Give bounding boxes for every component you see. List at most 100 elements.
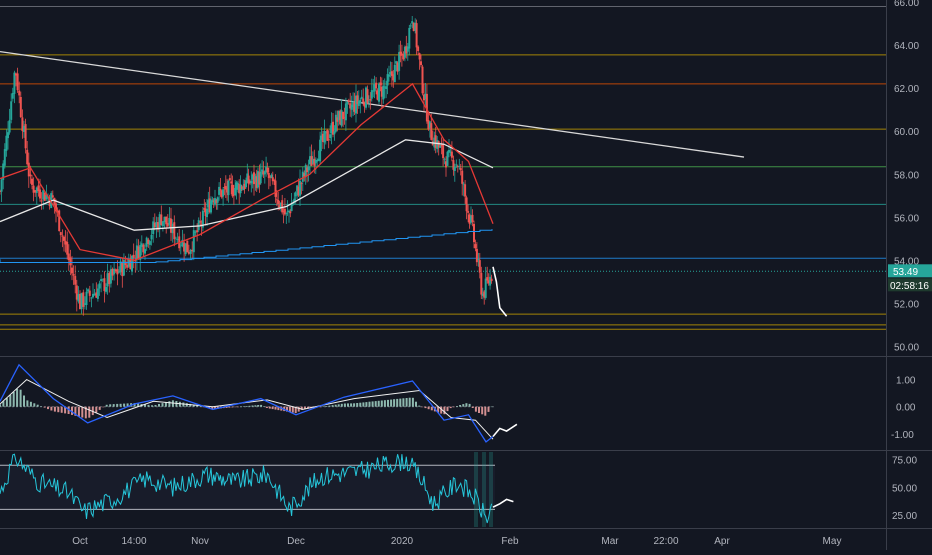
histogram-bar (452, 406, 455, 408)
histogram-bar (263, 406, 265, 407)
histogram-bar (12, 391, 15, 407)
histogram-bar (23, 395, 25, 407)
histogram-bar (268, 406, 271, 409)
date-tick-label: Oct (72, 536, 88, 547)
histogram-bar (322, 406, 325, 407)
chart-root[interactable]: 66.00 64.00 62.00 60.00 58.00 56.00 54.00 52.00… (0, 0, 932, 550)
histogram-bar (481, 406, 484, 415)
date-tick-label: May (823, 536, 842, 547)
histogram-bar (427, 406, 430, 410)
histogram-bar (474, 406, 477, 412)
histogram-bar (26, 400, 29, 407)
histogram-bar (347, 403, 349, 407)
price-tick-label: 66.00 (894, 0, 919, 9)
histogram-bar (231, 406, 234, 408)
histogram-bar (415, 401, 417, 407)
histogram-bar (112, 404, 115, 407)
histogram-bar (5, 398, 8, 407)
date-tick-label: Feb (501, 536, 519, 547)
histogram-bar (242, 406, 245, 407)
histogram-bar (350, 403, 353, 407)
histogram-bar (356, 403, 359, 407)
histogram-bar (9, 395, 12, 407)
candle (378, 82, 380, 105)
histogram-bar (147, 404, 150, 407)
histogram-bar (33, 403, 36, 407)
histogram-bar (396, 398, 399, 407)
histogram-bar (449, 406, 452, 409)
macd-tick-label: 1.00 (896, 376, 916, 387)
histogram-bar (248, 405, 251, 407)
histogram-bar (446, 406, 449, 412)
histogram-bar (81, 406, 84, 418)
date-tick-label: Dec (287, 536, 305, 547)
histogram-bar (362, 402, 365, 407)
histogram-bar (40, 406, 43, 407)
histogram-bar (271, 406, 274, 410)
histogram-bar (462, 404, 465, 407)
candle (421, 64, 424, 96)
histogram-bar (119, 403, 122, 407)
trading-chart[interactable]: 66.0064.0062.0060.0058.0056.0054.0052.00… (0, 0, 932, 550)
date-tick-label: 22:00 (653, 536, 678, 547)
histogram-bar (245, 406, 248, 407)
histogram-bar (393, 399, 396, 407)
price-tick-label: 62.00 (894, 84, 919, 95)
histogram-bar (60, 406, 63, 413)
histogram-bar (251, 405, 254, 407)
histogram-bar (105, 404, 108, 407)
histogram-bar (471, 406, 474, 408)
histogram-bar (484, 406, 487, 416)
date-tick-label: Mar (601, 536, 619, 547)
candle (58, 209, 61, 232)
histogram-bar (390, 399, 393, 407)
candle (186, 240, 189, 253)
histogram-bar (88, 406, 91, 418)
histogram-bar (337, 404, 340, 407)
histogram-bar (383, 400, 386, 407)
rsi-tick-label: 75.00 (892, 456, 917, 467)
histogram-bar (151, 405, 153, 407)
histogram-bar (16, 388, 19, 407)
histogram-bar (50, 406, 53, 411)
histogram-bar (340, 403, 343, 407)
histogram-bar (182, 402, 185, 407)
candle (326, 128, 329, 141)
histogram-bar (123, 403, 126, 407)
histogram-bar (297, 406, 300, 412)
histogram-bar (456, 406, 458, 407)
candle (446, 150, 449, 166)
histogram-bar (343, 403, 346, 407)
histogram-bar (368, 401, 371, 407)
histogram-bar (102, 406, 105, 408)
oversold-highlight (489, 452, 493, 527)
countdown-badge: 02:58:16 (888, 278, 932, 292)
date-tick-label: Nov (191, 536, 209, 547)
histogram-bar (291, 406, 294, 413)
histogram-bar (421, 406, 424, 408)
histogram-bar (424, 406, 427, 409)
histogram-bar (116, 403, 119, 407)
histogram-bar (490, 406, 493, 408)
histogram-bar (380, 400, 383, 407)
histogram-bar (254, 405, 257, 407)
histogram-bar (98, 406, 101, 410)
macd-tick-label: 0.00 (896, 403, 916, 414)
macd-tick-label: -1.00 (891, 430, 914, 441)
histogram-bar (374, 401, 377, 407)
histogram-bar (325, 406, 328, 407)
histogram-bar (334, 404, 337, 407)
histogram-bar (158, 404, 160, 407)
histogram-bar (57, 406, 60, 413)
histogram-bar (0, 404, 1, 407)
histogram-bar (418, 405, 421, 407)
histogram-bar (377, 400, 380, 407)
histogram-bar (371, 401, 374, 407)
histogram-bar (234, 406, 237, 408)
price-tick-label: 58.00 (894, 170, 919, 181)
histogram-bar (237, 406, 240, 408)
histogram-bar (43, 406, 46, 408)
price-tick-label: 52.00 (894, 299, 919, 310)
date-tick-label: 14:00 (121, 536, 146, 547)
histogram-bar (29, 401, 32, 407)
